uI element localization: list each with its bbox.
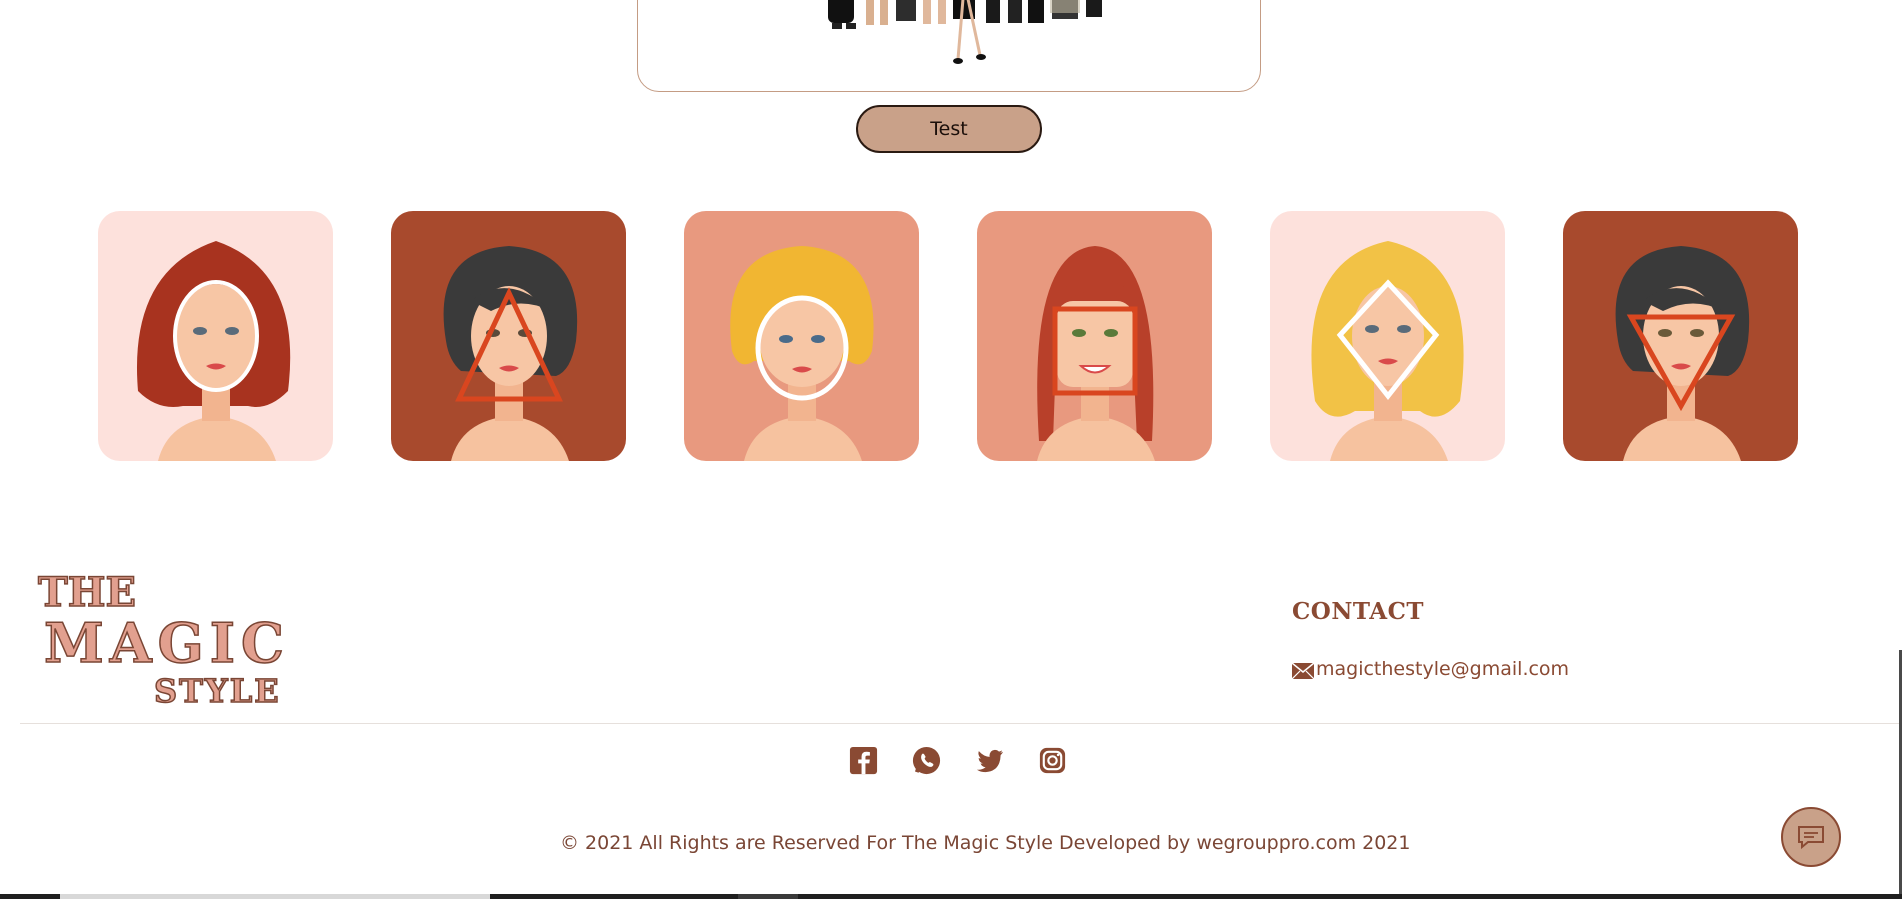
test-button[interactable]: Test [856,105,1042,153]
instagram-icon[interactable] [1037,745,1068,776]
face-card-inverted-triangle[interactable] [1563,211,1798,461]
facebook-icon[interactable] [848,745,879,776]
svg-text:STYLE: STYLE [154,672,281,708]
inverted-triangle-face-illustration [1615,246,1750,461]
hero-image-card [637,0,1261,92]
diamond-face-illustration [1311,241,1464,461]
footer-divider [20,723,1902,724]
face-card-oval[interactable] [98,211,333,461]
svg-text:MAGIC: MAGIC [44,611,286,675]
fashion-models-image [828,0,1102,64]
the-magic-style-logo[interactable]: THE MAGIC STYLE [36,568,286,711]
twitter-icon[interactable] [974,745,1005,776]
copyright-text: © 2021 All Rights are Reserved For The M… [560,832,1411,854]
mail-icon [1292,663,1314,679]
triangle-face-illustration [443,246,578,461]
face-card-round[interactable] [684,211,919,461]
whatsapp-icon[interactable] [911,745,942,776]
social-links [848,745,1068,776]
face-card-triangle[interactable] [391,211,626,461]
chat-button[interactable] [1781,807,1841,867]
email-link[interactable]: magicthestyle@gmail.com [1292,658,1569,680]
face-card-diamond[interactable] [1270,211,1505,461]
email-text[interactable]: magicthestyle@gmail.com [1316,658,1569,680]
oval-face-illustration [136,241,291,461]
chat-bubble-icon [1798,826,1824,850]
round-face-illustration [730,246,874,461]
square-face-illustration [1037,246,1155,461]
face-card-square[interactable] [977,211,1212,461]
contact-heading: CONTACT [1292,598,1424,625]
svg-text:THE: THE [38,572,136,616]
taskbar-strip [0,894,1902,899]
